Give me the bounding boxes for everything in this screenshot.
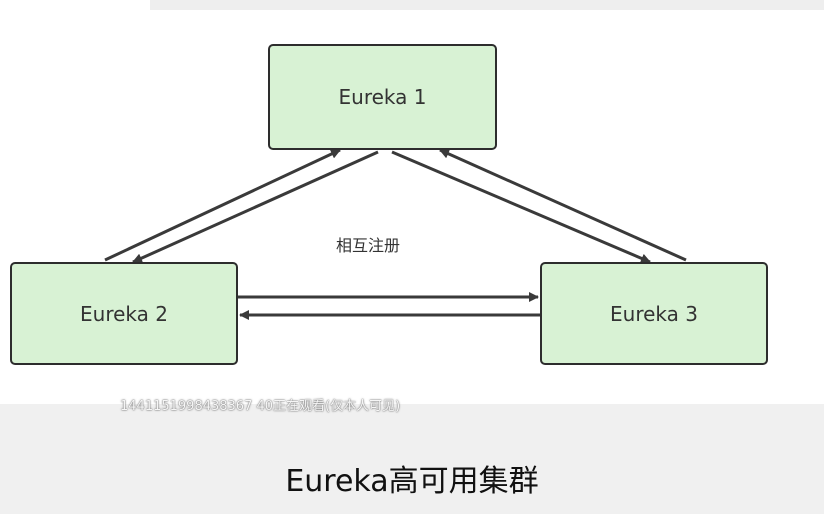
mutual-registration-label: 相互注册 [336,236,401,255]
arrow-e3-to-e1 [439,148,687,262]
viewer-watermark: 1441151998438367 40正在观看(仅本人可见) [120,399,401,414]
arrow-e2-to-e1 [104,148,341,262]
node-eureka-3: Eureka 3 [540,262,768,365]
caption-title: Eureka高可用集群 [285,464,539,499]
node-eureka-2: Eureka 2 [10,262,238,365]
node-eureka-1-label: Eureka 1 [338,85,427,109]
arrow-e1-to-e3 [391,150,651,264]
node-eureka-1: Eureka 1 [268,44,497,150]
node-eureka-2-label: Eureka 2 [80,301,168,326]
node-eureka-3-label: Eureka 3 [610,301,698,326]
